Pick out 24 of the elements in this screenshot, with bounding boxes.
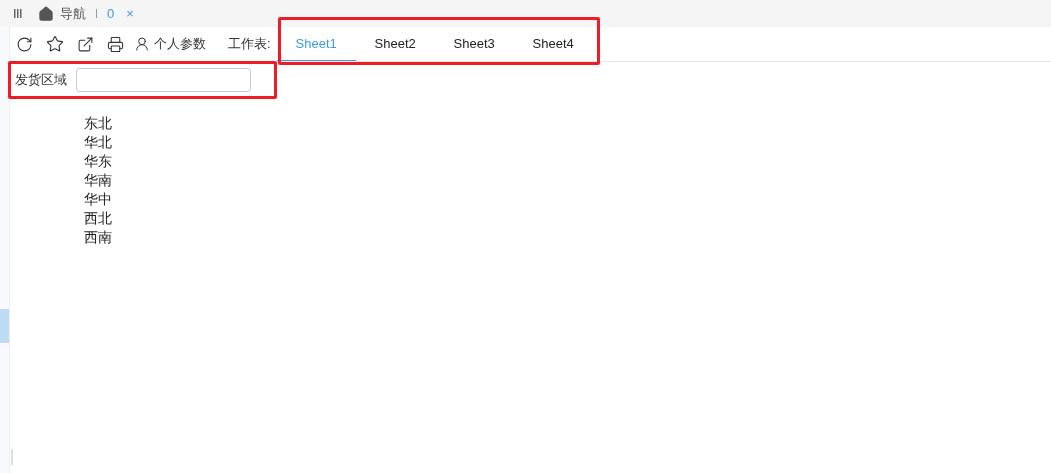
print-icon[interactable] xyxy=(107,35,124,53)
region-item: 华北 xyxy=(84,133,113,152)
share-icon[interactable] xyxy=(77,35,94,53)
region-item: 华中 xyxy=(84,190,113,209)
sheet-tab[interactable]: Sheet3 xyxy=(434,27,514,61)
filter-label: 发货区域 xyxy=(15,71,67,90)
sheet-tab[interactable]: Sheet2 xyxy=(355,27,435,61)
sheet-label: 工作表: xyxy=(228,35,271,54)
nav-title[interactable]: 导航 xyxy=(60,3,86,24)
region-item: 华南 xyxy=(84,171,113,190)
sheet-tab[interactable]: Sheet4 xyxy=(513,27,593,61)
region-item: 东北 xyxy=(84,114,113,133)
tab-count: 0 xyxy=(107,4,115,23)
side-handle[interactable] xyxy=(0,309,9,343)
region-item: 西北 xyxy=(84,209,113,228)
personal-params-button[interactable]: 个人参数 xyxy=(154,34,206,54)
menu-icon[interactable] xyxy=(14,9,22,18)
region-item: 西南 xyxy=(84,228,113,247)
region-input[interactable] xyxy=(76,68,251,92)
star-icon[interactable] xyxy=(46,35,64,53)
home-icon[interactable] xyxy=(38,5,54,22)
refresh-icon[interactable] xyxy=(16,35,33,53)
user-icon[interactable] xyxy=(134,36,150,52)
region-item: 华东 xyxy=(84,152,113,171)
